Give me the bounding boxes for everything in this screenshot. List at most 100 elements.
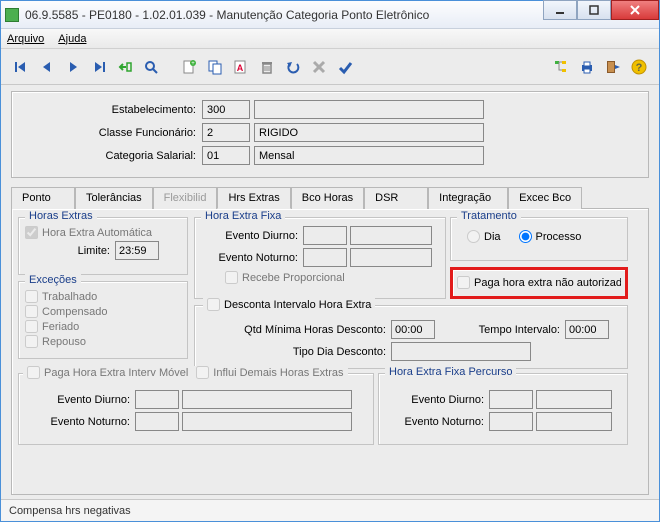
categoria-desc[interactable] (254, 146, 484, 165)
status-text: Compensa hrs negativas (9, 505, 131, 517)
chk-hora-extra-auto[interactable] (25, 226, 38, 239)
input-movel-ev-diurno[interactable] (135, 390, 179, 409)
input-ev-noturno-desc[interactable] (350, 248, 432, 267)
chk-interv-movel[interactable] (27, 366, 40, 379)
undo-button[interactable] (281, 55, 305, 79)
statusbar: Compensa hrs negativas (1, 499, 659, 521)
radio-dia[interactable] (467, 230, 480, 243)
delete-button[interactable] (255, 55, 279, 79)
input-perc-ev-noturno[interactable] (489, 412, 533, 431)
header-fields: Estabelecimento: Classe Funcionário: Cat… (11, 91, 649, 178)
chk-recebe-proporcional[interactable] (225, 271, 238, 284)
input-qtd-min[interactable] (391, 320, 435, 339)
goto-button[interactable] (113, 55, 137, 79)
search-button[interactable] (139, 55, 163, 79)
input-movel-ev-noturno[interactable] (135, 412, 179, 431)
last-record-button[interactable] (87, 55, 111, 79)
legend-hef-percurso: Hora Extra Fixa Percurso (385, 366, 516, 378)
tab-bcohoras[interactable]: Bco Horas (291, 187, 364, 209)
lbl-compensado: Compensado (42, 306, 107, 318)
input-ev-noturno[interactable] (303, 248, 347, 267)
app-icon (5, 8, 19, 22)
lbl-interv-movel: Paga Hora Extra Interv Móvel (44, 367, 188, 379)
chk-desconta-intervalo[interactable] (207, 298, 220, 311)
lbl-ev-diurno: Evento Diurno: (201, 230, 303, 242)
input-tipo-dia[interactable] (391, 342, 531, 361)
help-button[interactable]: ? (627, 55, 651, 79)
chk-influi-demais[interactable] (196, 366, 209, 379)
chk-compensado[interactable] (25, 305, 38, 318)
estabelecimento-desc[interactable] (254, 100, 484, 119)
confirm-button[interactable] (333, 55, 357, 79)
window-title: 06.9.5585 - PE0180 - 1.02.01.039 - Manut… (25, 8, 543, 22)
lbl-trabalhado: Trabalhado (42, 291, 97, 303)
tab-tolerancias[interactable]: Tolerâncias (75, 187, 153, 209)
input-ev-diurno[interactable] (303, 226, 347, 245)
legend-horas-extras: Horas Extras (25, 210, 97, 222)
categoria-code[interactable] (202, 146, 250, 165)
input-perc-ev-diurno[interactable] (489, 390, 533, 409)
chk-trabalhado[interactable] (25, 290, 38, 303)
lbl-movel-ev-noturno: Evento Noturno: (25, 416, 135, 428)
tabstrip: Ponto Tolerâncias Flexibilid Hrs Extras … (11, 186, 649, 209)
group-interv-movel: Paga Hora Extra Interv Móvel Influi Dema… (18, 373, 374, 445)
group-tratamento: Tratamento Dia Processo (450, 217, 628, 261)
input-ev-diurno-desc[interactable] (350, 226, 432, 245)
input-movel-ev-diurno-desc[interactable] (182, 390, 352, 409)
chk-paga-nao-autorizada[interactable] (457, 276, 470, 289)
lbl-limite: Limite: (25, 245, 115, 257)
titlebar: 06.9.5585 - PE0180 - 1.02.01.039 - Manut… (1, 1, 659, 29)
tab-ponto[interactable]: Ponto (11, 187, 75, 209)
radio-processo[interactable] (519, 230, 532, 243)
toolbar: + A ? (1, 49, 659, 85)
tab-hrsextras[interactable]: Hrs Extras (217, 187, 290, 209)
next-record-button[interactable] (61, 55, 85, 79)
menu-arquivo[interactable]: Arquivo (7, 33, 44, 45)
print-button[interactable] (575, 55, 599, 79)
group-hora-extra-fixa: Hora Extra Fixa Evento Diurno: Evento No… (194, 217, 446, 299)
group-excecoes: Exceções Trabalhado Compensado Feriado R… (18, 281, 188, 359)
menu-ajuda[interactable]: Ajuda (58, 33, 86, 45)
minimize-button[interactable] (543, 0, 577, 20)
first-record-button[interactable] (9, 55, 33, 79)
lbl-processo: Processo (536, 231, 582, 243)
estabelecimento-code[interactable] (202, 100, 250, 119)
exit-button[interactable] (601, 55, 625, 79)
input-movel-ev-noturno-desc[interactable] (182, 412, 352, 431)
lbl-feriado: Feriado (42, 321, 79, 333)
legend-tratamento: Tratamento (457, 210, 521, 222)
input-tempo-intervalo[interactable] (565, 320, 609, 339)
chk-repouso[interactable] (25, 335, 38, 348)
group-hef-percurso: Hora Extra Fixa Percurso Evento Diurno: … (378, 373, 628, 445)
tree-button[interactable] (549, 55, 573, 79)
tab-dsr[interactable]: DSR (364, 187, 428, 209)
group-desconta-intervalo: Desconta Intervalo Hora Extra Qtd Mínima… (194, 305, 628, 369)
format-button[interactable]: A (229, 55, 253, 79)
lbl-perc-ev-diurno: Evento Diurno: (385, 394, 489, 406)
legend-hef: Hora Extra Fixa (201, 210, 285, 222)
menubar: Arquivo Ajuda (1, 29, 659, 49)
new-button[interactable]: + (177, 55, 201, 79)
copy-button[interactable] (203, 55, 227, 79)
input-perc-ev-diurno-desc[interactable] (536, 390, 612, 409)
input-perc-ev-noturno-desc[interactable] (536, 412, 612, 431)
classe-desc[interactable] (254, 123, 484, 142)
lbl-paga-nao-autorizada: Paga hora extra não autorizad (474, 277, 621, 289)
prev-record-button[interactable] (35, 55, 59, 79)
tab-pane-hrsextras: Horas Extras Hora Extra Automática Limit… (11, 209, 649, 495)
chk-feriado[interactable] (25, 320, 38, 333)
close-button[interactable] (611, 0, 659, 20)
content-area: Estabelecimento: Classe Funcionário: Cat… (1, 85, 659, 499)
input-limite[interactable] (115, 241, 159, 260)
tab-excecbco[interactable]: Excec Bco (508, 187, 582, 209)
lbl-recebe-proporcional: Recebe Proporcional (242, 272, 345, 284)
legend-excecoes: Exceções (25, 274, 81, 286)
group-horas-extras: Horas Extras Hora Extra Automática Limit… (18, 217, 188, 275)
maximize-button[interactable] (577, 0, 611, 20)
classe-code[interactable] (202, 123, 250, 142)
svg-text:+: + (191, 61, 195, 67)
tab-integracao[interactable]: Integração (428, 187, 508, 209)
cancel-button[interactable] (307, 55, 331, 79)
lbl-qtd-min: Qtd Mínima Horas Desconto: (201, 324, 391, 336)
tab-flexibilid[interactable]: Flexibilid (153, 187, 218, 209)
